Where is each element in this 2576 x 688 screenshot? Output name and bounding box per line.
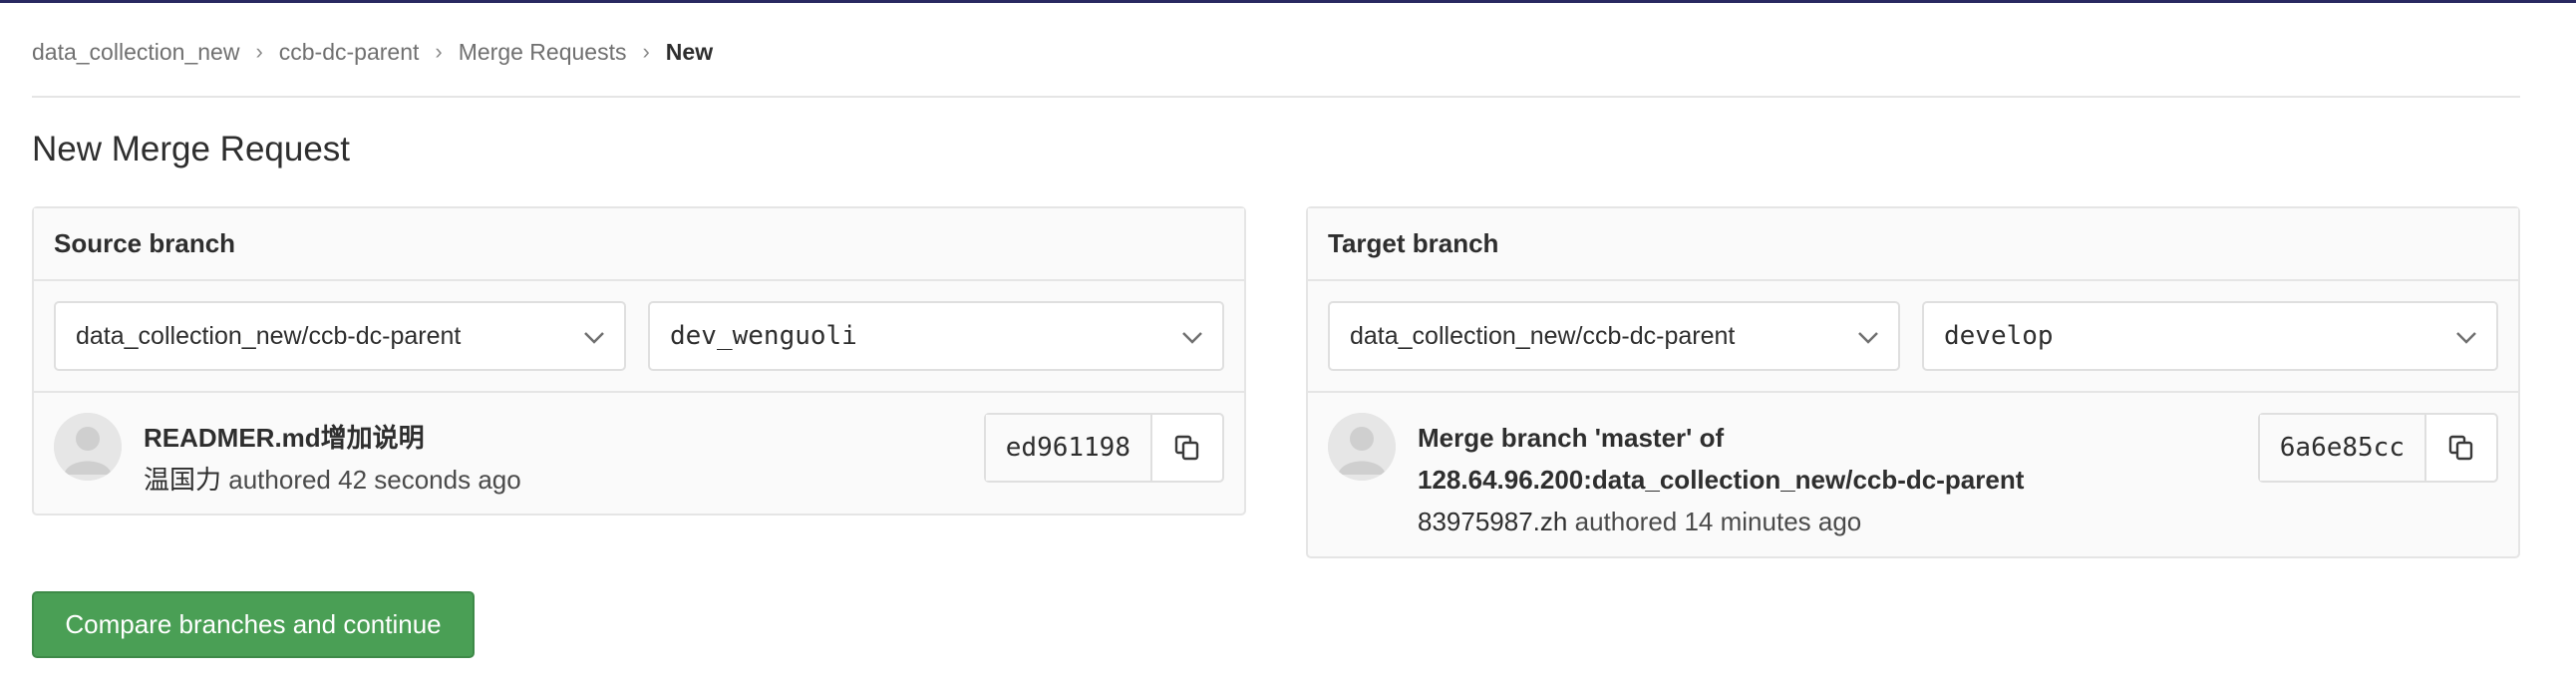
source-branch-panel: Source branch data_collection_new/ccb-dc…: [32, 206, 1246, 516]
source-branch-value: dev_wenguoli: [670, 321, 857, 351]
target-commit-title-line1[interactable]: Merge branch 'master' of: [1418, 417, 2024, 459]
chevron-down-icon: [2456, 332, 2476, 344]
chevron-right-icon: ›: [255, 39, 263, 64]
target-commit-text: Merge branch 'master' of 128.64.96.200:d…: [1418, 417, 2024, 542]
target-project-value: data_collection_new/ccb-dc-parent: [1350, 321, 1736, 350]
target-branch-value: develop: [1944, 321, 2054, 351]
compare-branches-button[interactable]: Compare branches and continue: [32, 591, 475, 658]
target-branch-selects: data_collection_new/ccb-dc-parent develo…: [1308, 281, 2518, 393]
copy-icon: [1174, 435, 1199, 461]
source-project-dropdown[interactable]: data_collection_new/ccb-dc-parent: [54, 301, 626, 371]
chevron-down-icon: [1858, 332, 1878, 344]
source-commit-meta: 温国力 authored 42 seconds ago: [144, 459, 521, 501]
target-commit-sha[interactable]: 6a6e85cc: [2259, 415, 2426, 481]
chevron-right-icon: ›: [435, 39, 443, 64]
avatar-placeholder-icon: [54, 413, 122, 481]
target-commit-time: authored 14 minutes ago: [1574, 507, 1862, 536]
page: data_collection_new › ccb-dc-parent › Me…: [0, 0, 2576, 688]
target-commit-author[interactable]: 83975987.zh: [1418, 507, 1567, 536]
target-commit-meta: 83975987.zh authored 14 minutes ago: [1418, 501, 2024, 542]
target-project-dropdown[interactable]: data_collection_new/ccb-dc-parent: [1328, 301, 1900, 371]
target-branch-header: Target branch: [1308, 208, 2518, 281]
breadcrumb-project[interactable]: ccb-dc-parent: [279, 39, 420, 66]
copy-icon: [2448, 435, 2473, 461]
source-commit-sha-group: ed961198: [983, 413, 1224, 483]
copy-sha-button[interactable]: [1152, 415, 1222, 481]
divider: [32, 96, 2520, 98]
source-commit-sha[interactable]: ed961198: [985, 415, 1152, 481]
chevron-down-icon: [584, 332, 604, 344]
breadcrumb: data_collection_new › ccb-dc-parent › Me…: [32, 36, 713, 68]
chevron-down-icon: [1182, 332, 1202, 344]
target-commit-sha-group: 6a6e85cc: [2257, 413, 2498, 483]
avatar-placeholder-icon: [1328, 413, 1396, 481]
target-commit-title-line2[interactable]: 128.64.96.200:data_collection_new/ccb-dc…: [1418, 459, 2024, 501]
source-commit: READMER.md增加说明 温国力 authored 42 seconds a…: [34, 393, 1244, 501]
copy-sha-button[interactable]: [2426, 415, 2496, 481]
top-accent-bar: [0, 0, 2576, 3]
target-branch-panel: Target branch data_collection_new/ccb-dc…: [1306, 206, 2520, 558]
source-branch-header: Source branch: [34, 208, 1244, 281]
target-branch-dropdown[interactable]: develop: [1922, 301, 2498, 371]
breadcrumb-current[interactable]: New: [666, 39, 713, 66]
source-project-value: data_collection_new/ccb-dc-parent: [76, 321, 462, 350]
source-commit-text: READMER.md增加说明 温国力 authored 42 seconds a…: [144, 417, 521, 501]
source-commit-author[interactable]: 温国力: [144, 465, 221, 495]
source-branch-dropdown[interactable]: dev_wenguoli: [648, 301, 1224, 371]
source-branch-selects: data_collection_new/ccb-dc-parent dev_we…: [34, 281, 1244, 393]
breadcrumb-merge-requests[interactable]: Merge Requests: [459, 39, 627, 66]
source-commit-title[interactable]: READMER.md增加说明: [144, 417, 521, 459]
chevron-right-icon: ›: [642, 39, 650, 64]
page-title: New Merge Request: [32, 130, 351, 169]
target-commit: Merge branch 'master' of 128.64.96.200:d…: [1308, 393, 2518, 542]
source-commit-time: authored 42 seconds ago: [228, 465, 521, 495]
breadcrumb-group[interactable]: data_collection_new: [32, 39, 239, 66]
